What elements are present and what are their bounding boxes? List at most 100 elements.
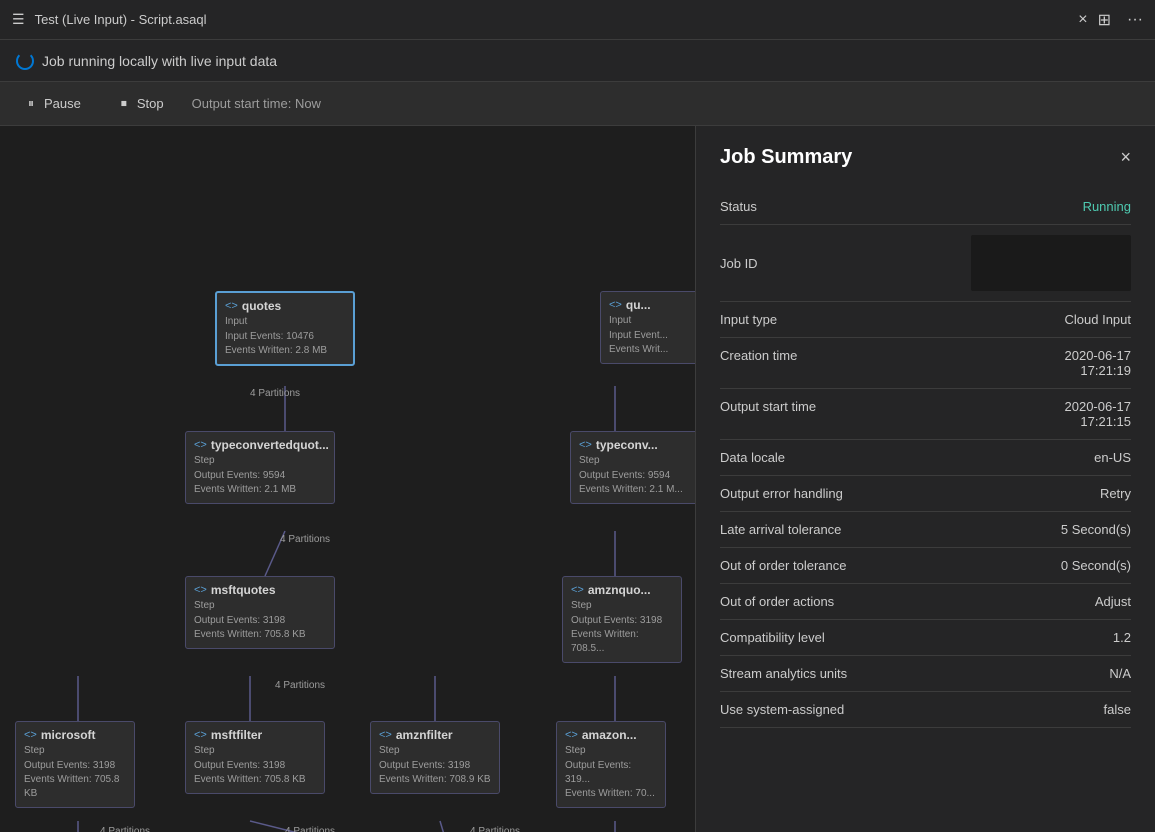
node-amznfilter[interactable]: <> amznfilter Step Output Events: 3198 E… — [370, 721, 500, 794]
pause-icon: ⏸ — [24, 97, 38, 111]
summary-row-jobid: Job ID — [720, 225, 1131, 302]
amazon-step-type: Step — [565, 745, 657, 756]
msftfilter-title: msftfilter — [211, 728, 262, 742]
microsoft-step-title: microsoft — [41, 728, 96, 742]
outoforder-tol-label: Out of order tolerance — [720, 558, 926, 573]
jobid-label: Job ID — [720, 256, 971, 271]
node-amazon-step[interactable]: <> amazon... Step Output Events: 319... … — [556, 721, 666, 808]
microsoft-step-stat1: Output Events: 3198 — [24, 759, 126, 773]
quotes1-stat2: Events Written: 2.8 MB — [225, 344, 345, 358]
input-icon2: <> — [609, 299, 622, 311]
summary-row-inputtype: Input type Cloud Input — [720, 302, 1131, 338]
systemassigned-value: false — [926, 702, 1132, 717]
outputerror-value: Retry — [926, 486, 1132, 501]
creationtime-label: Creation time — [720, 348, 926, 363]
quotes1-type: Input — [225, 316, 345, 327]
node-msftfilter[interactable]: <> msftfilter Step Output Events: 3198 E… — [185, 721, 325, 794]
outputerror-label: Output error handling — [720, 486, 926, 501]
summary-row-systemassigned: Use system-assigned false — [720, 692, 1131, 728]
tab-title: Test (Live Input) - Script.asaql — [35, 12, 1069, 27]
partitions-label-4b: 4 Partitions — [285, 826, 335, 832]
typeconverted1-type: Step — [194, 455, 326, 466]
jobid-value-box — [971, 235, 1131, 291]
quotes2-stat2: Events Writ... — [609, 343, 695, 357]
creationtime-value: 2020-06-17 17:21:19 — [926, 348, 1132, 378]
msftfilter-type: Step — [194, 745, 316, 756]
microsoft-step-type: Step — [24, 745, 126, 756]
typeconverted2-title: typeconv... — [596, 438, 658, 452]
typeconverted1-title: typeconvertedquot... — [211, 438, 329, 452]
pause-button[interactable]: ⏸ Pause — [16, 92, 89, 115]
typeconverted1-stat1: Output Events: 9594 — [194, 469, 326, 483]
quotes2-stat1: Input Event... — [609, 329, 695, 343]
step-icon7: <> — [379, 729, 392, 741]
summary-row-outoforder-actions: Out of order actions Adjust — [720, 584, 1131, 620]
summary-row-status: Status Running — [720, 189, 1131, 225]
node-typeconverted2[interactable]: <> typeconv... Step Output Events: 9594 … — [570, 431, 695, 504]
input-icon: <> — [225, 300, 238, 312]
summary-row-outoforder-tol: Out of order tolerance 0 Second(s) — [720, 548, 1131, 584]
node-msftquotes[interactable]: <> msftquotes Step Output Events: 3198 E… — [185, 576, 335, 649]
msftfilter-stat2: Events Written: 705.8 KB — [194, 773, 316, 787]
status-text: Job running locally with live input data — [42, 53, 277, 69]
step-icon6: <> — [194, 729, 207, 741]
partitions-label-4c: 4 Partitions — [470, 826, 520, 832]
node-quotes1[interactable]: <> quotes Input Input Events: 10476 Even… — [215, 291, 355, 366]
quotes2-type: Input — [609, 315, 695, 326]
amznquotes-type: Step — [571, 600, 673, 611]
step-icon3: <> — [194, 584, 207, 596]
spinner-icon — [16, 52, 34, 70]
stop-icon: ⏹ — [117, 97, 131, 111]
panel-header: Job Summary × — [720, 146, 1131, 169]
streamunits-label: Stream analytics units — [720, 666, 926, 681]
stop-button[interactable]: ⏹ Stop — [109, 92, 172, 115]
amznfilter-stat1: Output Events: 3198 — [379, 759, 491, 773]
node-quotes2[interactable]: <> qu... Input Input Event... Events Wri… — [600, 291, 695, 364]
datalocale-label: Data locale — [720, 450, 926, 465]
diagram-area[interactable]: <> quotes Input Input Events: 10476 Even… — [0, 126, 695, 832]
msftquotes-type: Step — [194, 600, 326, 611]
tab-close-button[interactable]: × — [1078, 11, 1087, 29]
step-icon2: <> — [579, 439, 592, 451]
summary-row-creationtime: Creation time 2020-06-17 17:21:19 — [720, 338, 1131, 389]
outputstarttime-value: 2020-06-17 17:21:15 — [926, 399, 1132, 429]
layout-icon-button[interactable]: ⊞ — [1098, 10, 1111, 30]
typeconverted2-stat2: Events Written: 2.1 M... — [579, 483, 691, 497]
outputstarttime-label: Output start time — [720, 399, 926, 414]
node-microsoft-step[interactable]: <> microsoft Step Output Events: 3198 Ev… — [15, 721, 135, 808]
msftquotes-stat2: Events Written: 705.8 KB — [194, 628, 326, 642]
node-typeconverted1[interactable]: <> typeconvertedquot... Step Output Even… — [185, 431, 335, 504]
step-icon5: <> — [24, 729, 37, 741]
outoforder-actions-value: Adjust — [926, 594, 1132, 609]
status-value: Running — [926, 199, 1132, 214]
menu-icon: ☰ — [12, 11, 25, 28]
typeconverted2-type: Step — [579, 455, 691, 466]
msftquotes-stat1: Output Events: 3198 — [194, 614, 326, 628]
step-icon1: <> — [194, 439, 207, 451]
systemassigned-label: Use system-assigned — [720, 702, 926, 717]
toolbar: ⏸ Pause ⏹ Stop Output start time: Now — [0, 82, 1155, 126]
amznquotes-stat2: Events Written: 708.5... — [571, 628, 673, 656]
node-amznquotes[interactable]: <> amznquo... Step Output Events: 3198 E… — [562, 576, 682, 663]
amznquotes-stat1: Output Events: 3198 — [571, 614, 673, 628]
quotes1-title: quotes — [242, 299, 281, 313]
partitions-label-4a: 4 Partitions — [100, 826, 150, 832]
more-options-button[interactable]: ··· — [1127, 11, 1143, 29]
inputtype-label: Input type — [720, 312, 926, 327]
title-bar: ☰ Test (Live Input) - Script.asaql × ⊞ ·… — [0, 0, 1155, 40]
compatibility-label: Compatibility level — [720, 630, 926, 645]
msftfilter-stat1: Output Events: 3198 — [194, 759, 316, 773]
panel-title: Job Summary — [720, 146, 852, 169]
summary-row-outputstarttime: Output start time 2020-06-17 17:21:15 — [720, 389, 1131, 440]
amznquotes-title: amznquo... — [588, 583, 651, 597]
partitions-label-3: 4 Partitions — [275, 680, 325, 691]
summary-row-latearrival: Late arrival tolerance 5 Second(s) — [720, 512, 1131, 548]
inputtype-value: Cloud Input — [926, 312, 1132, 327]
amazon-step-stat2: Events Written: 70... — [565, 787, 657, 801]
partitions-label-1: 4 Partitions — [250, 388, 300, 399]
latearrival-label: Late arrival tolerance — [720, 522, 926, 537]
panel-close-button[interactable]: × — [1120, 147, 1131, 168]
partitions-label-2: 4 Partitions — [280, 534, 330, 545]
status-label: Status — [720, 199, 926, 214]
amazon-step-title: amazon... — [582, 728, 637, 742]
